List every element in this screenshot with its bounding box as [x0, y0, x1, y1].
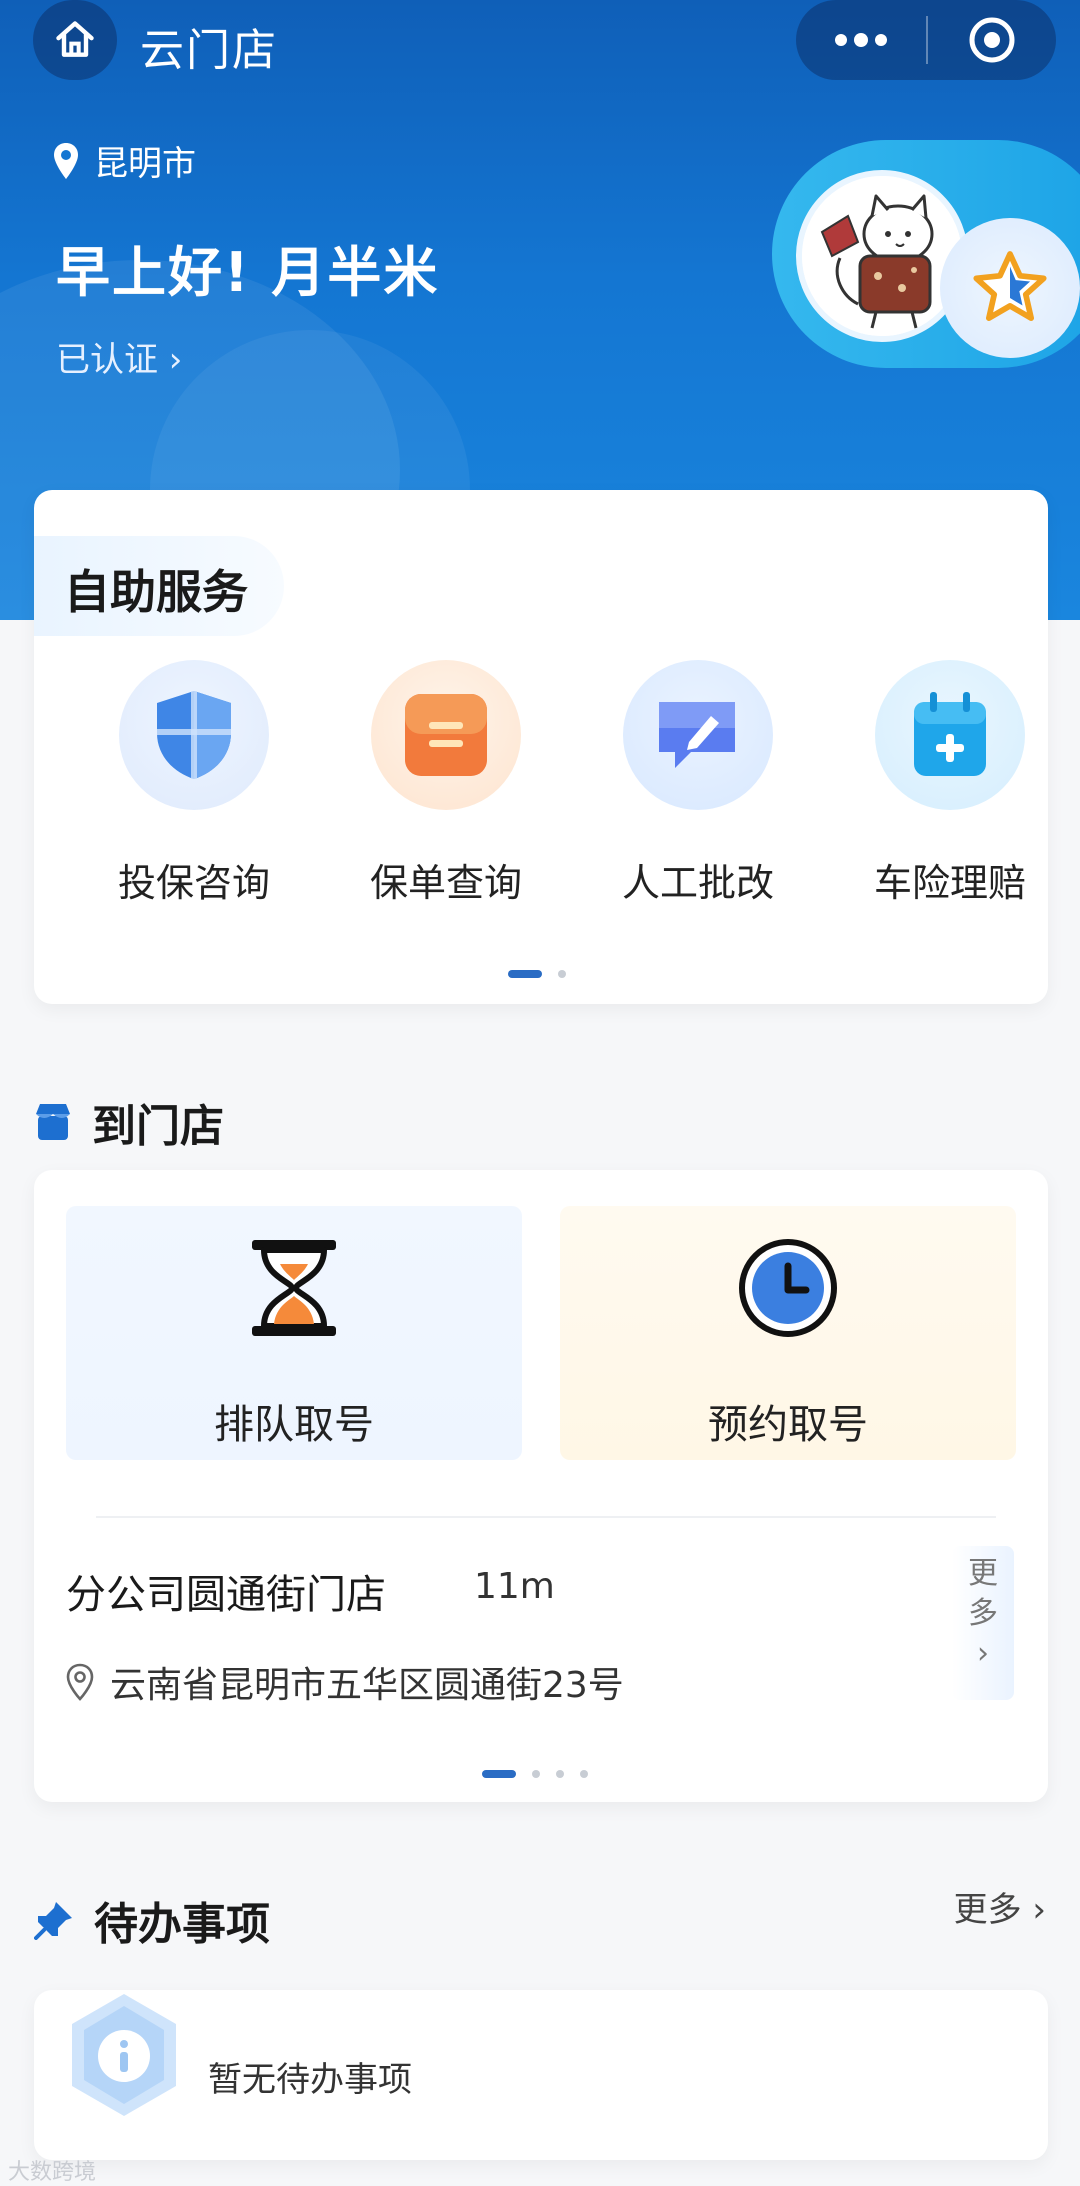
queue-icon-wrap [244, 1236, 344, 1344]
queue-label: 排队取号 [214, 1402, 374, 1448]
service-item-auto-claim[interactable]: 车险理赔 [850, 660, 1050, 907]
todo-empty-text: 暂无待办事项 [208, 2060, 412, 2100]
info-hexagon-icon [72, 1994, 176, 2116]
verified-link[interactable]: 已认证 › [56, 332, 182, 381]
location-selector[interactable]: 昆明市 [52, 136, 196, 185]
greeting-text: 早上好! 月半米 [56, 241, 440, 304]
location-outline-icon [66, 1663, 94, 1701]
more-dots-icon [835, 33, 887, 47]
hourglass-icon [252, 1240, 336, 1336]
target-circle-icon [969, 17, 1015, 63]
policy-doc-icon [405, 694, 487, 776]
store-icon [36, 1104, 70, 1140]
pager-dot[interactable] [532, 1770, 540, 1778]
service-label: 车险理赔 [873, 861, 1026, 905]
store-address: 云南省昆明市五华区圆通街23号 [110, 1665, 624, 1706]
more-label-line1: 更 [968, 1556, 998, 1591]
star-icon [973, 251, 1047, 321]
service-icon-bg [371, 660, 521, 810]
location-pin-icon [54, 142, 78, 179]
self-service-pager [500, 970, 574, 978]
appointment-number-button[interactable]: 预约取号 [560, 1206, 1016, 1460]
service-item-insurance-consult[interactable]: 投保咨询 [94, 660, 294, 907]
app-title: 云门店 [140, 25, 278, 76]
todo-header: 待办事项 [34, 1888, 270, 1952]
pager-dot[interactable] [558, 970, 566, 978]
pager-dot[interactable] [556, 1770, 564, 1778]
calendar-plus-icon [914, 692, 986, 776]
service-item-policy-query[interactable]: 保单查询 [346, 660, 546, 907]
pager-dot-active[interactable] [508, 970, 542, 978]
pager-dot[interactable] [580, 1770, 588, 1778]
divider [96, 1516, 996, 1518]
watermark: 大数跨境 [8, 2160, 97, 2185]
more-label-line2: 多 [968, 1596, 998, 1631]
store-name[interactable]: 分公司圆通街门店 [66, 1562, 386, 1620]
location-label: 昆明市 [94, 144, 196, 184]
store-address-row[interactable]: 云南省昆明市五华区圆通街23号 [64, 1656, 624, 1708]
favorite-star-button[interactable] [940, 218, 1080, 358]
pin-icon [34, 1902, 72, 1940]
close-program-button[interactable] [928, 0, 1056, 80]
edit-message-icon [659, 702, 735, 768]
service-label: 人工批改 [621, 861, 774, 905]
self-service-title: 自助服务 [64, 565, 248, 619]
clock-icon [739, 1239, 837, 1337]
store-card: 排队取号 预约取号 分公司圆通街门店 11m 云南省昆明市五华区圆通街23号 更… [34, 1170, 1048, 1802]
store-pager [474, 1770, 596, 1778]
home-button[interactable] [33, 0, 117, 80]
queue-number-button[interactable]: 排队取号 [66, 1206, 522, 1460]
chevron-right-icon: › [977, 1636, 989, 1671]
todo-more-link[interactable]: 更多 › [954, 1882, 1046, 1931]
mini-program-capsule [796, 0, 1056, 80]
cartoon-cat-avatar-icon [802, 176, 962, 336]
service-icon-bg [875, 660, 1025, 810]
service-icon-bg [623, 660, 773, 810]
appointment-icon-wrap [736, 1236, 840, 1344]
more-stores-button[interactable]: 更 多 › [952, 1546, 1014, 1700]
store-distance: 11m [474, 1566, 555, 1607]
shield-icon [157, 691, 231, 779]
more-menu-button[interactable] [796, 0, 926, 80]
todo-card: 暂无待办事项 [34, 1990, 1048, 2160]
todo-title: 待办事项 [94, 1899, 270, 1950]
service-label: 保单查询 [369, 861, 522, 905]
service-item-manual-amend[interactable]: 人工批改 [598, 660, 798, 907]
pager-dot-active[interactable] [482, 1770, 516, 1778]
service-icon-bg [119, 660, 269, 810]
appointment-label: 预约取号 [708, 1402, 868, 1448]
avatar[interactable] [796, 170, 968, 342]
home-icon [56, 21, 94, 57]
to-store-title: 到门店 [92, 1101, 224, 1152]
self-service-card: 自助服务 投保咨询 保单查询 人工批改 车险理赔 [34, 490, 1048, 1004]
service-label: 投保咨询 [117, 861, 270, 905]
top-nav-bar: 云门店 [0, 0, 1080, 84]
to-store-header: 到门店 [34, 1090, 224, 1154]
